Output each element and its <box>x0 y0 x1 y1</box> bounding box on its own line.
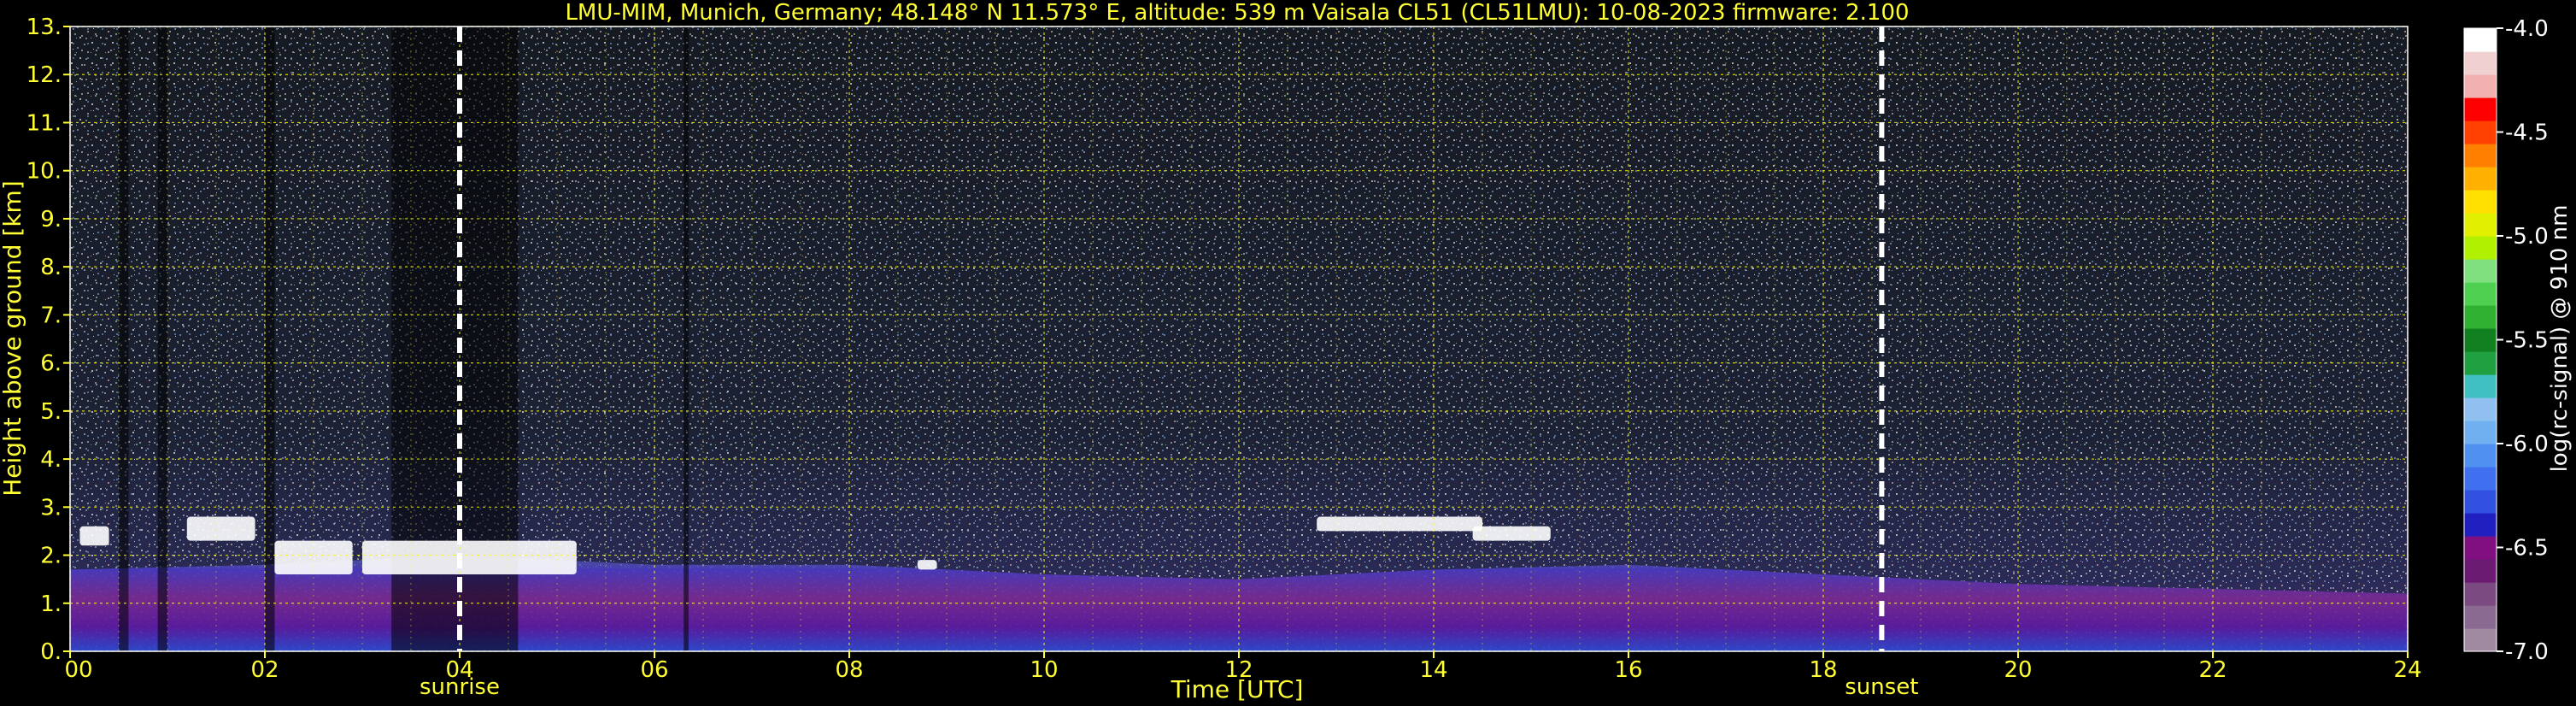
chart-title: LMU-MIM, Munich, Germany; 48.148° N 11.5… <box>565 0 1909 26</box>
cloud-layer <box>186 516 255 541</box>
colorbar-segment <box>2464 536 2497 560</box>
colorbar-segment <box>2464 97 2497 121</box>
colorbar-segment <box>2464 259 2497 283</box>
colorbar-segment <box>2464 282 2497 306</box>
y-tick-label: 5. <box>40 399 62 425</box>
colorbar-segment <box>2464 305 2497 329</box>
colorbar-segment <box>2464 605 2497 629</box>
y-tick-label: 13. <box>26 15 62 40</box>
y-tick-label: 11. <box>26 110 62 136</box>
x-tick-label: 14 <box>1419 657 1447 683</box>
x-tick-label: 20 <box>2004 657 2032 683</box>
x-tick-label: 08 <box>835 657 863 683</box>
colorbar-segment <box>2464 421 2497 444</box>
colorbar-tick-label: -5.5 <box>2505 328 2549 354</box>
x-tick-label: 18 <box>1809 657 1837 683</box>
no-signal-column <box>119 26 129 651</box>
colorbar-segment <box>2464 374 2497 398</box>
colorbar-segment <box>2464 190 2497 214</box>
y-tick-label: 8. <box>40 255 62 280</box>
x-tick-label: 06 <box>640 657 668 683</box>
colorbar-segment <box>2464 74 2497 98</box>
x-tick-label: 02 <box>250 657 279 683</box>
x-tick-label: 22 <box>2198 657 2227 683</box>
colorbar-label: log(rc-signal) @ 910 nm <box>2547 205 2573 473</box>
colorbar-segment <box>2464 467 2497 491</box>
colorbar-segment <box>2464 51 2497 75</box>
y-tick-label: 1. <box>40 591 62 617</box>
no-signal-column <box>684 26 689 651</box>
colorbar-tick-label: -5.0 <box>2505 224 2549 250</box>
y-tick-label: 6. <box>40 351 62 377</box>
colorbar-segment <box>2464 121 2497 144</box>
y-tick-label: 4. <box>40 447 62 473</box>
x-tick-label: 16 <box>1614 657 1642 683</box>
colorbar-segment <box>2464 144 2497 168</box>
colorbar-tick-label: -6.5 <box>2505 536 2549 562</box>
colorbar-segment <box>2464 236 2497 260</box>
colorbar-segment <box>2464 213 2497 237</box>
cloud-layer <box>362 540 577 575</box>
no-signal-column <box>157 26 167 651</box>
colorbar-tick-label: -7.0 <box>2505 639 2549 665</box>
colorbar-segment <box>2464 559 2497 583</box>
colorbar-tick-label: -4.0 <box>2505 16 2549 42</box>
colorbar-segment <box>2464 513 2497 537</box>
colorbar-segment <box>2464 328 2497 352</box>
sunset-label: sunset <box>1845 674 1918 700</box>
colorbar-segment <box>2464 628 2497 652</box>
colorbar-tick-label: -6.0 <box>2505 432 2549 457</box>
colorbar: -4.0 -4.5 -5.0 -5.5 -6.0 -6.5 -7.0 <box>2463 16 2549 665</box>
colorbar-segment <box>2464 490 2497 514</box>
colorbar-segment <box>2464 28 2497 52</box>
sunrise-label: sunrise <box>420 674 500 700</box>
cloud-layer <box>274 540 353 575</box>
y-axis-label: Height above ground [km] <box>0 180 26 497</box>
y-tick-label: 7. <box>40 303 62 328</box>
y-tick-label: 2. <box>40 544 62 569</box>
x-tick-label: 24 <box>2393 657 2421 683</box>
y-tick-label: 3. <box>40 495 62 521</box>
colorbar-tick-label: -4.5 <box>2505 121 2549 146</box>
cloud-layer <box>917 560 937 570</box>
x-tick-label: 10 <box>1030 657 1058 683</box>
cloud-layer <box>79 526 109 546</box>
colorbar-segment <box>2464 167 2497 191</box>
y-tick-label: 9. <box>40 207 62 232</box>
x-axis-label: Time [UTC] <box>1171 675 1304 703</box>
cloud-layer <box>1472 526 1551 541</box>
colorbar-segment <box>2464 397 2497 421</box>
cloud-layer <box>1317 516 1482 532</box>
y-tick-label: 12. <box>26 62 62 88</box>
y-tick-label: 0. <box>40 639 62 665</box>
colorbar-segment <box>2464 444 2497 468</box>
ceilometer-chart: 00 02 04 06 08 10 12 14 16 18 20 22 240.1.2.3.4.5.6.… <box>0 0 2573 703</box>
no-signal-column <box>265 26 275 651</box>
x-tick-label: 00 <box>64 657 92 683</box>
y-tick-label: 10. <box>26 159 62 185</box>
colorbar-segment <box>2464 351 2497 375</box>
colorbar-segment <box>2464 582 2497 606</box>
